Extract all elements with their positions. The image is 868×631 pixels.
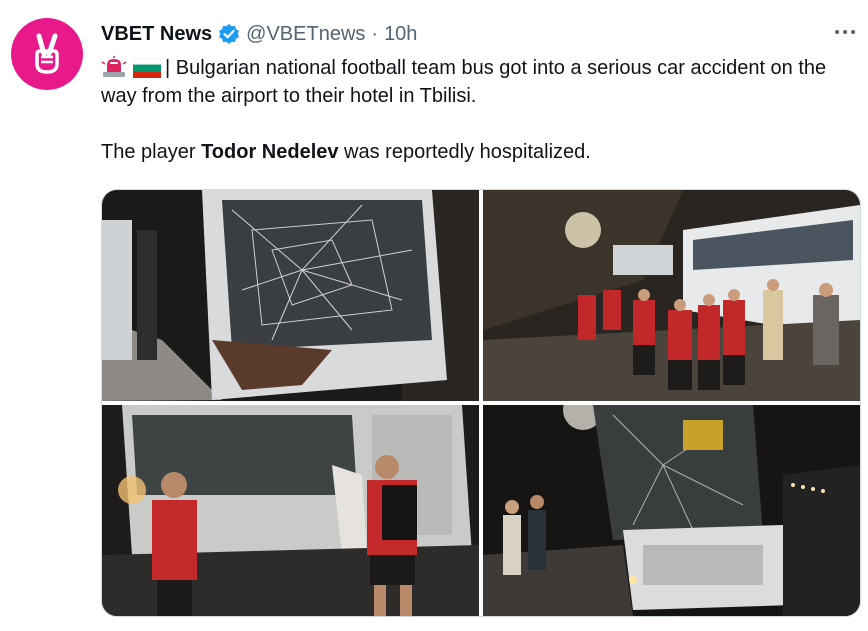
user-handle[interactable]: @VBETnews [246,23,365,46]
tweet-text-main: | Bulgarian national football team bus g… [101,57,827,107]
more-options-icon[interactable] [830,20,860,44]
player-name: Todor Nedelev [201,141,339,163]
tweet-text: | Bulgarian national football team bus g… [101,54,861,166]
timestamp[interactable]: 10h [384,23,417,46]
photo-bus-damaged-windshield[interactable] [102,190,479,401]
peace-hand-icon [35,33,59,74]
bulgaria-flag-icon [132,57,162,80]
display-name[interactable]: VBET News [101,23,212,46]
photo-players-beside-bus[interactable] [483,190,860,401]
tweet-header: VBET News @VBETnews · 10h [101,20,858,48]
tweet-line-2: The player Todor Nedelev was reportedly … [101,138,861,166]
tweet-text-suffix: was reportedly hospitalized. [338,141,591,163]
tweet-line-1: | Bulgarian national football team bus g… [101,54,861,110]
avatar[interactable] [11,18,83,90]
photo-bus-front-night[interactable] [483,405,860,616]
media-grid [101,189,861,617]
separator-dot: · [371,22,379,45]
verified-badge-icon [218,23,240,45]
photo-players-walking-by-bus[interactable] [102,405,479,616]
police-light-icon [101,56,129,78]
tweet-text-prefix: The player [101,141,202,163]
